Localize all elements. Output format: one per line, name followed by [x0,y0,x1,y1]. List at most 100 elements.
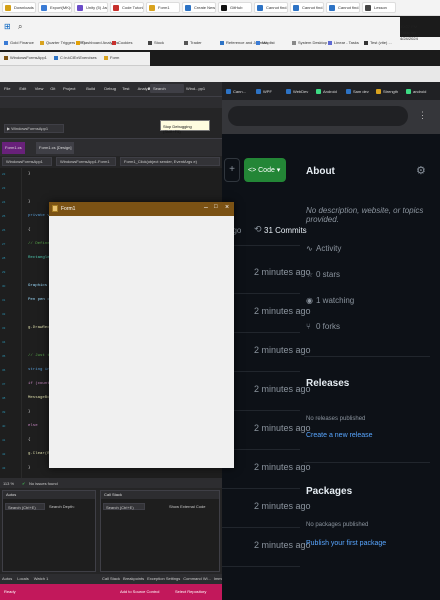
bookmark-item[interactable]: System Desktop [292,40,327,45]
taskbar-tab[interactable]: Code Tutorial... [110,2,144,13]
bookmark-label: Gold Finance [10,40,34,45]
show-external-code-button[interactable]: Show External Code [167,503,217,510]
menu-item[interactable]: Edit [19,86,26,91]
bookmark-item[interactable]: Trader [184,40,202,45]
pane-tab[interactable]: Command Wi... [183,576,211,581]
menu-item[interactable]: Test [122,86,129,91]
browser-tab[interactable]: android [404,86,432,98]
code-line: } [28,466,31,470]
form1-title-bar[interactable]: Form1 – □ × [49,202,234,216]
system-tray[interactable]: 10:27 PM Saturday 4/24/2024 [400,24,440,68]
bookmark-label: Linear - Tasks [334,40,359,45]
taskbar-window-item[interactable]: C:\ru\ClEx\Exercises [54,55,97,60]
browser-tab[interactable]: Cann... [224,86,252,98]
menu-item[interactable]: Git [50,86,55,91]
taskbar-tab[interactable]: Form1 [146,2,180,13]
vs-toolbar [0,96,222,108]
window-icon [54,55,58,60]
callstack-search-input[interactable]: Search (Ctrl+E) [103,503,145,510]
browser-tab[interactable]: Android [314,86,342,98]
file-row[interactable]: 2 minutes ago [222,525,311,567]
bookmark-item[interactable]: Linear - Tasks [328,40,359,45]
create-release-link[interactable]: Create a new release [306,432,373,439]
pane-tab[interactable]: Locals [17,576,29,581]
vs-search-box[interactable]: Search [150,84,184,93]
gear-icon[interactable]: ⚙ [416,164,426,177]
taskbar-window-item[interactable]: WindowsFormsApp1 [4,55,47,60]
taskbar-tab[interactable]: Downloads [2,2,36,13]
minimize-icon[interactable]: – [204,204,208,211]
bookmark-item[interactable]: Gold Finance [4,40,34,45]
line-number: 23 [2,186,6,190]
history-icon: ⟲ [254,224,262,234]
taskbar-window-item[interactable]: Form [104,55,119,60]
pane-tab[interactable]: Autos [2,576,12,581]
close-icon[interactable]: × [225,204,229,211]
menu-item[interactable]: Build [86,86,95,91]
code-line: } [28,410,31,414]
address-bar[interactable] [228,106,408,126]
browser-tab-label: WebDev [293,89,309,94]
menu-item[interactable]: Project [63,86,75,91]
nav-class-dropdown[interactable]: WindowsFormsApp1.Form1 [56,157,116,166]
autos-search-input[interactable]: Search (Ctrl+E) [5,503,45,510]
watching-link[interactable]: 1 watching [316,296,354,305]
nav-project-dropdown[interactable]: WindowsFormsApp1 [2,157,52,166]
pane-tab[interactable]: Watch 1 [34,576,49,581]
pane-tab[interactable]: Exception Settings [147,576,180,581]
search-icon[interactable]: ⌕ [18,22,22,32]
menu-item[interactable]: File [4,86,10,91]
tab-form1-cs[interactable]: Form1.cs [2,142,25,154]
windows-start-icon[interactable]: ⊞ [4,22,11,31]
packages-title[interactable]: Packages [306,486,352,497]
file-row[interactable]: 2 minutes ago [222,486,311,528]
pane-tab[interactable]: Breakpoints [123,576,144,581]
pane-tab[interactable]: Call Stack [102,576,120,581]
bookmark-item[interactable]: Test (vite) ... [364,40,392,45]
bookmark-icon [4,40,8,45]
taskbar-tab[interactable]: Unity (5) Jankins Ca... [74,2,108,13]
taskbar-tab-label: GitHub [230,5,243,10]
line-number: 39 [2,410,6,414]
taskbar-tab[interactable]: Lesson [362,2,396,13]
nav-member-dropdown[interactable]: Form1_Click(object sender, EventArgs e) [120,157,220,166]
activity-link[interactable]: Activity [316,244,341,253]
activity-icon: ∿ [306,244,313,253]
bookmark-label: System Desktop [298,40,328,45]
releases-title[interactable]: Releases [306,378,349,389]
bookmark-item[interactable]: Cookies [112,40,132,45]
taskbar-tab[interactable]: Cannot find... [326,2,360,13]
zoom-level[interactable]: 113 % [3,481,14,486]
taskbar-tab[interactable]: Cannot find... [254,2,288,13]
taskbar-tab[interactable]: Cannot find... [290,2,324,13]
bookmark-item[interactable]: Maplist [256,40,275,45]
add-to-source-control-button[interactable]: Add to Source Control [120,589,159,594]
browser-tab-label: Android [323,89,337,94]
code-button[interactable]: <> Code ▾ [244,158,286,182]
window-icon [4,55,8,60]
commits-link[interactable]: 31 Commits [264,226,307,235]
taskbar-tab[interactable]: GitHub [218,2,252,13]
line-number: 41 [2,438,6,442]
forks-link[interactable]: 0 forks [316,322,340,331]
browser-menu-icon[interactable]: ⋮ [418,110,427,121]
select-repository-button[interactable]: Select Repository [175,589,206,594]
publish-package-link[interactable]: Publish your first package [306,540,386,547]
menu-item[interactable]: View [35,86,44,91]
add-file-button[interactable]: + [224,158,240,182]
browser-tab[interactable]: Strength [374,86,402,98]
browser-tab[interactable]: Sam dev [344,86,372,98]
taskbar-tab[interactable]: Export(MK)@ASH3... [38,2,72,13]
stars-link[interactable]: 0 stars [316,270,340,279]
menu-item[interactable]: Debug [104,86,116,91]
form1-window[interactable]: Form1 – □ × [49,202,234,468]
tab-form1-design[interactable]: Form1.cs [Design] [36,142,75,154]
browser-tab[interactable]: WPF [254,86,282,98]
browser-tab[interactable]: WebDev [284,86,312,98]
bookmark-item[interactable]: Stock [148,40,164,45]
vs-start-button[interactable]: ▶ WindowsFormsApp1 [4,124,64,133]
maximize-icon[interactable]: □ [214,204,218,210]
tab-label: Form1.cs [5,145,22,150]
form1-client-area[interactable] [49,216,234,468]
taskbar-tab[interactable]: Create New Portf... [182,2,216,13]
